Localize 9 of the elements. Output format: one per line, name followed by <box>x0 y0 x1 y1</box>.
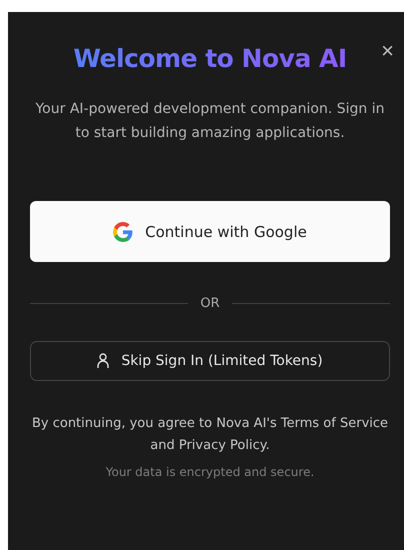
close-button[interactable]: × <box>377 40 398 62</box>
google-button[interactable]: Continue with Google <box>30 201 390 262</box>
user-icon <box>97 353 110 369</box>
divider-label: OR <box>200 296 220 311</box>
google-icon <box>113 222 134 242</box>
legal-text: By continuing, you agree to Nova AI's Terms of Service and Privacy Policy. <box>30 415 390 455</box>
subtitle-text: Your AI-powered development companion. Sign in to start building amazing applications. <box>34 100 386 143</box>
skip-sign-in-button[interactable]: Skip Sign In (Limited Tokens) <box>30 341 390 381</box>
security-note: Your data is encrypted and secure. <box>106 465 314 479</box>
